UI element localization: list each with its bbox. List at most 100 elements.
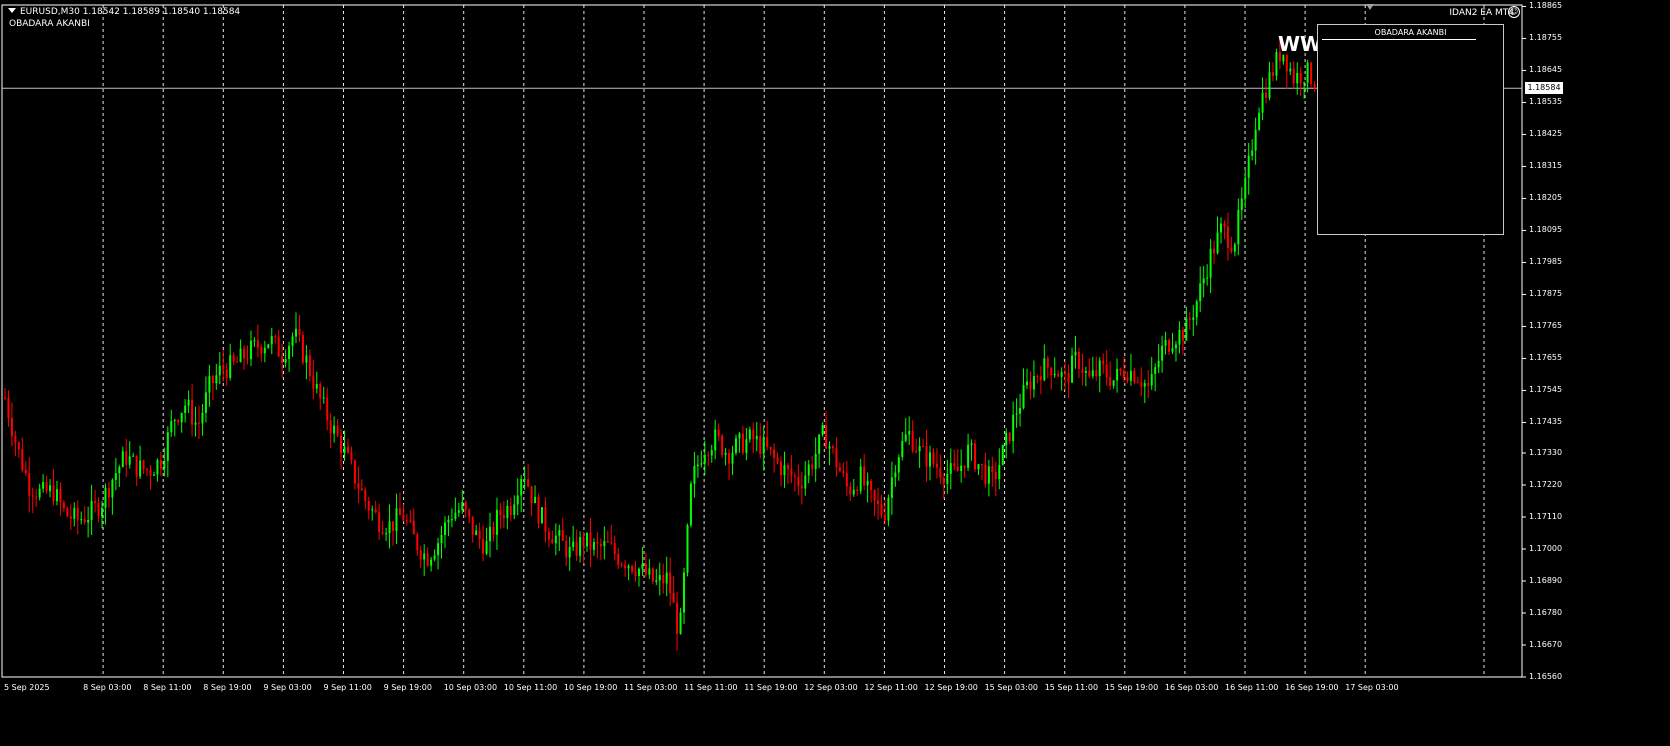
candle-body [225,369,228,378]
dropdown-triangle-icon[interactable] [8,8,16,13]
candle-body [780,461,783,476]
candle-body [343,446,346,454]
info-panel: OBADARA AKANBI [1317,24,1504,235]
chart-window[interactable]: EURUSD,M30 1.18542 1.18589 1.18540 1.185… [0,0,1670,746]
candle-body [1067,372,1070,383]
candle-body [915,450,918,452]
chart-shift-marker[interactable] [1366,4,1374,10]
candle-body [461,501,464,511]
candle-body [333,425,336,434]
candle-body [672,593,675,603]
candle-body [1036,375,1039,377]
candle-body [1084,370,1087,373]
candle-body [222,365,225,370]
candle-body [547,531,550,540]
candle-body [575,541,578,556]
candle-body [76,507,79,520]
candle-body [589,532,592,550]
y-tick-label: 1.16780 [1529,608,1563,617]
candle-body [211,375,214,384]
candle-body [970,443,973,445]
candle-body [596,541,599,544]
candle-body [620,564,623,566]
candle-body [492,526,495,535]
candle-body [42,481,45,489]
candle-body [1254,129,1257,151]
y-tick-label: 1.17110 [1529,512,1563,521]
candle-body [786,465,789,469]
candle-body [724,452,727,455]
candle-body [1053,373,1056,376]
candle-body [28,473,31,496]
candle-body [540,507,543,524]
candle-body [998,464,1001,480]
candle-body [232,355,235,362]
candle-body [814,453,817,470]
candle-body [842,471,845,473]
candle-body [693,465,696,484]
x-tick-label: 16 Sep 11:00 [1225,683,1279,692]
candle-body [807,464,810,476]
candle-body [883,514,886,521]
candle-body [651,568,654,582]
candle-body [1005,432,1008,446]
candle-body [14,435,17,443]
x-tick-label: 16 Sep 03:00 [1164,683,1219,692]
candle-body [398,508,401,515]
candle-body [637,568,640,576]
candle-body [443,522,446,535]
candle-body [527,478,530,487]
candle-body [766,437,769,448]
candles [4,36,1319,651]
candle-body [253,340,256,342]
candle-body [613,543,616,554]
candle-body [811,464,814,470]
candle-body [700,463,703,465]
candle-body [1119,368,1122,372]
candle-body [849,486,852,495]
candle-body [946,473,949,484]
y-tick-label: 1.18315 [1529,161,1563,171]
candle-body [894,472,897,478]
candle-body [1240,198,1243,210]
candle-body [457,510,460,513]
candle-body [90,500,93,521]
candle-body [554,535,557,544]
candle-body [45,481,48,492]
candle-body [755,435,758,440]
candle-body [797,476,800,486]
candle-body [1025,381,1028,386]
candle-body [665,572,668,584]
candle-body [405,520,408,522]
candle-body [565,540,568,558]
candle-body [1095,370,1098,377]
candle-body [142,460,145,470]
candle-body [793,475,796,477]
expert-advisor-name[interactable]: IDAN2 EA MT4 [1449,8,1514,18]
candle-body [1285,54,1288,72]
candle-body [696,464,699,466]
candle-body [378,512,381,532]
candle-body [430,559,433,566]
candle-body [1098,360,1101,377]
candle-body [502,514,505,519]
x-tick-label: 9 Sep 19:00 [383,683,432,692]
candle-body [381,531,384,534]
candle-body [544,507,547,532]
candle-body [270,336,273,345]
candle-body [935,463,938,468]
candle-body [561,530,564,541]
candle-body [925,446,928,467]
symbol-quote-text: EURUSD,M30 1.18542 1.18589 1.18540 1.185… [20,7,241,17]
candle-body [128,456,131,465]
candle-body [139,460,142,477]
candle-body [710,450,713,456]
candle-body [960,465,963,472]
smiley-face-icon[interactable]: ☺ [1508,6,1520,18]
candle-body [1019,407,1022,414]
candle-body [156,459,159,475]
candle-body [52,485,55,502]
candle-body [689,483,692,526]
candle-body [191,399,194,425]
candle-body [346,446,349,453]
